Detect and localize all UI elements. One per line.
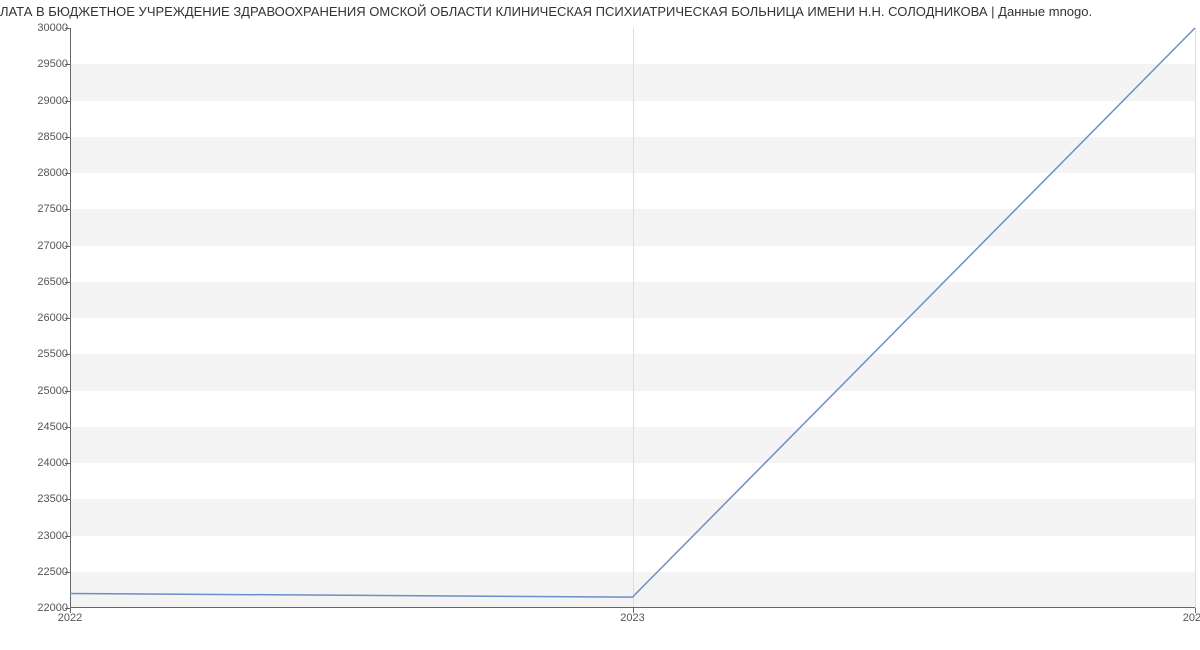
- x-tick-label: 2022: [58, 612, 82, 624]
- y-tick-label: 25500: [37, 348, 68, 360]
- y-tick-label: 25000: [37, 385, 68, 397]
- y-tick-label: 30000: [37, 22, 68, 34]
- y-tick-label: 22500: [37, 566, 68, 578]
- chart-title: ЛАТА В БЮДЖЕТНОЕ УЧРЕЖДЕНИЕ ЗДРАВООХРАНЕ…: [0, 0, 1200, 19]
- y-tick-label: 23500: [37, 493, 68, 505]
- line-path: [70, 28, 1195, 597]
- y-tick-label: 26500: [37, 276, 68, 288]
- x-tick-label: 2024: [1183, 612, 1200, 624]
- y-tick-label: 27000: [37, 240, 68, 252]
- y-tick-label: 28000: [37, 167, 68, 179]
- y-tick-label: 28500: [37, 131, 68, 143]
- y-tick-label: 27500: [37, 203, 68, 215]
- y-tick-label: 29500: [37, 58, 68, 70]
- y-tick-label: 24500: [37, 421, 68, 433]
- x-tick-label: 2023: [620, 612, 644, 624]
- line-series: [70, 28, 1195, 608]
- grid-vline: [1195, 28, 1196, 608]
- y-tick-label: 29000: [37, 95, 68, 107]
- chart-plot-area: [70, 28, 1195, 608]
- y-tick-label: 24000: [37, 457, 68, 469]
- y-tick-label: 26000: [37, 312, 68, 324]
- y-tick-label: 23000: [37, 530, 68, 542]
